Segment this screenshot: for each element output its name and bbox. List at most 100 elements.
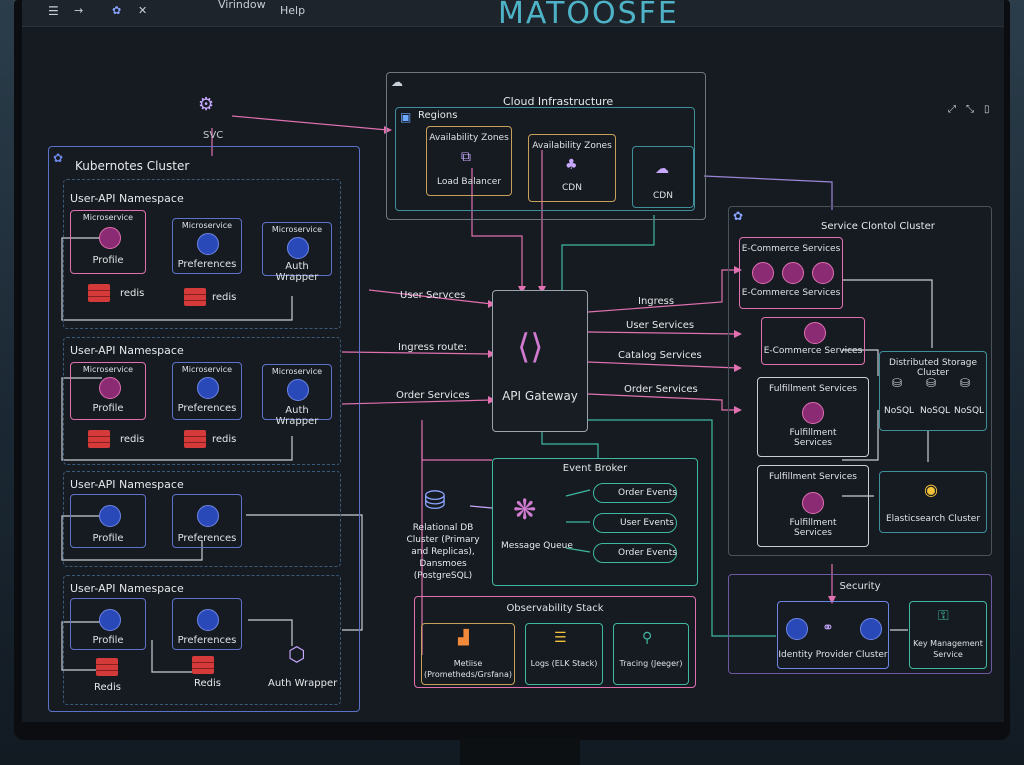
kubernetes-cluster-title: Kubernotes Cluster — [75, 159, 190, 173]
tracing-label: Tracing (Jeeger) — [619, 659, 683, 668]
ecommerce-services-group[interactable]: E-Commerce Services E-Commerce Services — [739, 237, 843, 309]
message-queue-icon: ❋ — [513, 493, 537, 526]
security-title: Security — [839, 581, 881, 592]
observability-title: Observability Stack — [506, 603, 604, 614]
message-queue-label: Message Queue — [501, 541, 573, 551]
az2-title: Availability Zones — [532, 141, 612, 151]
elasticsearch-cluster[interactable]: ◉ Elasticsearch Cluster — [879, 471, 987, 533]
preferences-label: Preferences — [177, 259, 237, 270]
order-events-topic-1[interactable]: Order Events — [593, 483, 677, 503]
logs-icon: ☰ — [554, 630, 567, 646]
fulfillment-services-2[interactable]: Fulfillment Services Fulfillment Service… — [757, 465, 869, 547]
namespace-2: User-API Namespace Microservice Profile … — [63, 337, 341, 465]
api-gateway-icon: ⟨⟩ — [517, 327, 544, 367]
identity-provider-label: Identity Provider Cluster — [778, 650, 888, 660]
namespace-4-title: User-API Namespace — [70, 582, 184, 595]
redis-label: redis — [120, 288, 145, 299]
cloud-icon: ☁ — [391, 75, 403, 89]
kubernetes-pod-icon — [197, 233, 219, 255]
auth-wrapper-label: Auth Wrapper — [275, 261, 319, 283]
database-icon: ⛁ — [926, 376, 937, 390]
ecommerce-pod-icon — [812, 262, 834, 284]
document-icon[interactable]: ▯ — [984, 104, 990, 115]
user-events-topic[interactable]: User Events — [593, 513, 677, 533]
redis-label: redis — [212, 292, 237, 303]
fulfillment-2-title: Fulfillment Services — [769, 472, 857, 482]
profile-service-1[interactable]: Microservice Profile — [70, 210, 146, 274]
kubernetes-pod-icon — [99, 377, 121, 399]
event-broker-title: Event Broker — [562, 463, 628, 474]
namespace-3-title: User-API Namespace — [70, 478, 184, 491]
auth-wrapper-label: Auth Wrapper — [275, 405, 319, 427]
screen: ☰ → ✿ ✕ Virindow Help MATOOSFE ⚙ SVC ☁ C… — [22, 0, 1004, 722]
api-gateway[interactable]: ⟨⟩ API Gateway — [492, 290, 588, 432]
preferences-service-2[interactable]: Microservice Preferences — [172, 362, 242, 420]
namespace-1-title: User-API Namespace — [70, 192, 184, 205]
logs-tile[interactable]: ☰ Logs (ELK Stack) — [525, 623, 603, 685]
key-management-service[interactable]: ⚿ Key Management Service — [909, 601, 987, 669]
identity-provider-cluster[interactable]: ⚭ Identity Provider Cluster — [777, 601, 889, 669]
kubernetes-pod-icon — [287, 237, 309, 259]
distributed-storage-cluster[interactable]: Distributed Storage Cluster ⛁ ⛁ ⛁ NoSQL … — [879, 351, 987, 431]
regions-panel: ▣ Regions Availability Zones ⧉ Load Bala… — [395, 107, 695, 211]
fulfillment-pod-icon — [802, 492, 824, 514]
cdn-label: CDN — [653, 191, 673, 201]
service-control-title: Service Clontol Cluster — [821, 221, 935, 232]
fulfillment-1-title: Fulfillment Services — [769, 384, 857, 394]
kubernetes-pod-icon — [197, 609, 219, 631]
redis-label: redis — [120, 434, 145, 445]
redis-icon — [88, 284, 110, 302]
namespace-2-title: User-API Namespace — [70, 344, 184, 357]
redis-icon — [184, 288, 206, 306]
microservice-tag: Microservice — [181, 365, 233, 374]
metrics-chart-icon: ▟ — [458, 630, 469, 646]
preferences-label: Preferences — [177, 635, 237, 646]
metrics-tile[interactable]: ▟ Metiise (Prometheds/Grsfana) — [421, 623, 515, 685]
preferences-service-3[interactable]: Preferences — [172, 494, 242, 548]
link-ingress-route: Ingress route: — [398, 342, 468, 353]
profile-service-3[interactable]: Profile — [70, 494, 146, 548]
order-events-topic-2[interactable]: Order Events — [593, 543, 677, 563]
cdn-box[interactable]: ☁ CDN — [632, 146, 694, 208]
tracing-icon: ⚲ — [642, 630, 653, 646]
storage-nosql-1: NoSQL — [884, 406, 915, 416]
preferences-label: Preferences — [177, 533, 237, 544]
redis-icon — [184, 430, 206, 448]
monitor-stand — [460, 738, 580, 765]
preferences-service-1[interactable]: Microservice Preferences — [172, 218, 242, 274]
microservice-tag: Microservice — [82, 213, 134, 222]
ecommerce-services-single[interactable]: E-Commerce Services — [761, 317, 865, 365]
kubernetes-cluster-panel: ✿ Kubernotes Cluster User-API Namespace … — [48, 146, 360, 712]
profile-service-2[interactable]: Microservice Profile — [70, 362, 146, 420]
redis-icon — [192, 656, 214, 674]
ecommerce-group-subtitle: E-Commerce Services — [741, 288, 841, 298]
database-icon: ⛁ — [892, 376, 903, 390]
fulfillment-services-1[interactable]: Fulfillment Services Fulfillment Service… — [757, 377, 869, 457]
link-catalog-services: Catalog Services — [618, 350, 702, 361]
preferences-service-4[interactable]: Preferences — [172, 598, 242, 650]
auth-wrapper-service-2[interactable]: Microservice Auth Wrapper — [262, 364, 332, 427]
service-control-cluster: ✿ Service Clontol Cluster E-Commerce Ser… — [728, 206, 992, 556]
fulfillment-2-label: Fulfillment Services — [789, 518, 837, 538]
ecommerce-pod-icon — [752, 262, 774, 284]
api-gateway-label: API Gateway — [502, 389, 578, 403]
redis-label: redis — [212, 434, 237, 445]
redis-icon — [88, 430, 110, 448]
link-ingress: Ingress — [638, 296, 675, 307]
cdn-network-icon: ♣ — [565, 157, 578, 173]
collapse-icon[interactable]: ⤡ — [966, 104, 974, 115]
namespace-1: User-API Namespace Microservice Profile … — [63, 179, 341, 329]
identity-network-icon: ⚭ — [822, 620, 834, 636]
tracing-tile[interactable]: ⚲ Tracing (Jeeger) — [613, 623, 689, 685]
profile-service-4[interactable]: Profile — [70, 598, 146, 650]
key-management-label: Key Management Service — [913, 639, 983, 659]
auth-wrapper-service-1[interactable]: Microservice Auth Wrapper — [262, 222, 332, 283]
logs-label: Logs (ELK Stack) — [530, 659, 598, 668]
expand-icon[interactable]: ⤢ — [948, 104, 956, 115]
link-user-services-left: User Servces — [400, 290, 466, 301]
microservice-tag: Microservice — [271, 367, 323, 376]
identity-pod-icon — [786, 618, 808, 640]
availability-zone-1[interactable]: Availability Zones ⧉ Load Balancer — [426, 126, 512, 196]
kubernetes-pod-icon — [197, 505, 219, 527]
availability-zone-2[interactable]: Availability Zones ♣ CDN — [528, 134, 616, 202]
